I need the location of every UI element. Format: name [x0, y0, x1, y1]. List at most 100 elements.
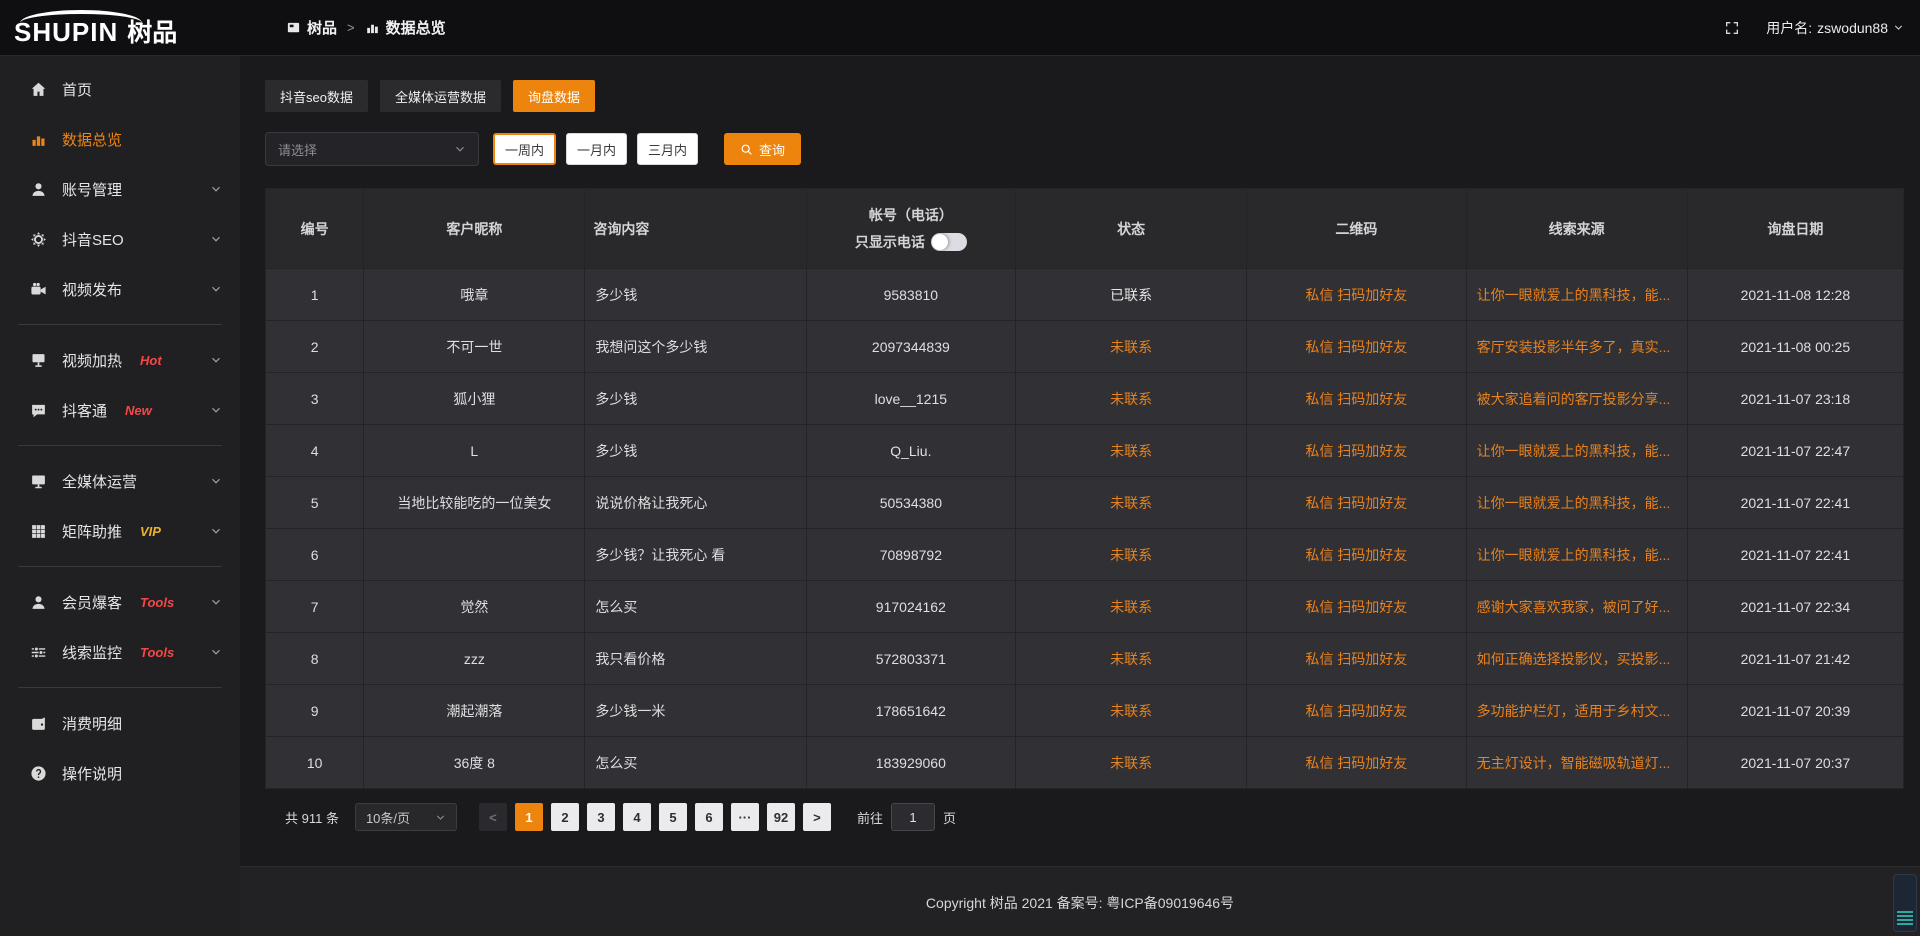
- sidebar-item-video-publish[interactable]: 视频发布: [0, 264, 240, 314]
- gear-icon: [30, 231, 47, 248]
- account-select[interactable]: 请选择: [265, 132, 479, 166]
- chevron-down-icon: [210, 525, 222, 537]
- period-buttons: 一周内一月内三月内: [493, 133, 698, 165]
- table-row: 5 当地比较能吃的一位美女 说说价格让我死心 50534380 未联系 私信 扫…: [266, 477, 1904, 529]
- sidebar-item-douketong[interactable]: 抖客通 New: [0, 385, 240, 435]
- cell-qrcode-link[interactable]: 私信 扫码加好友: [1247, 633, 1466, 685]
- goto-unit: 页: [943, 808, 956, 827]
- breadcrumb-label: 数据总览: [386, 17, 446, 38]
- sidebar-item-home[interactable]: 首页: [0, 64, 240, 114]
- chart-icon: [30, 131, 47, 148]
- breadcrumb-item-overview[interactable]: 数据总览: [365, 17, 446, 38]
- period-button[interactable]: 一月内: [566, 133, 627, 165]
- cell-content: 多少钱: [585, 425, 806, 477]
- cell-qrcode-link[interactable]: 私信 扫码加好友: [1247, 425, 1466, 477]
- user-icon: [30, 594, 47, 611]
- page-button[interactable]: 4: [623, 803, 651, 831]
- page-button[interactable]: 5: [659, 803, 687, 831]
- search-button[interactable]: 查询: [724, 133, 801, 165]
- page-button[interactable]: 1: [515, 803, 543, 831]
- sidebar-item-account[interactable]: 账号管理: [0, 164, 240, 214]
- period-button[interactable]: 三月内: [637, 133, 698, 165]
- cell-qrcode-link[interactable]: 私信 扫码加好友: [1247, 581, 1466, 633]
- breadcrumb-separator: >: [347, 20, 355, 35]
- sidebar-item-media-ops[interactable]: 全媒体运营: [0, 456, 240, 506]
- cell-source-link[interactable]: 感谢大家喜欢我家，被问了好...: [1466, 581, 1687, 633]
- breadcrumb: 树品 > 数据总览: [286, 17, 446, 38]
- cell-source-link[interactable]: 让你一眼就爱上的黑科技，能...: [1466, 425, 1687, 477]
- cell-status: 未联系: [1016, 529, 1247, 581]
- sidebar-item-consume-detail[interactable]: 消费明细: [0, 698, 240, 748]
- tab-2[interactable]: 询盘数据: [513, 80, 595, 112]
- cell-status: 未联系: [1016, 737, 1247, 789]
- sidebar-menu: 首页 数据总览 账号管理 抖音SEO 视频发布 视频加热 Hot 抖客通: [0, 64, 240, 798]
- monitor-icon: [30, 473, 47, 490]
- data-tabs: 抖音seo数据全媒体运营数据询盘数据: [265, 80, 1904, 112]
- cell-nickname: 当地比较能吃的一位美女: [364, 477, 585, 529]
- sidebar-item-clue-monitor[interactable]: 线索监控 Tools: [0, 627, 240, 677]
- cell-qrcode-link[interactable]: 私信 扫码加好友: [1247, 685, 1466, 737]
- cell-qrcode-link[interactable]: 私信 扫码加好友: [1247, 321, 1466, 373]
- breadcrumb-item-shupin[interactable]: 树品: [286, 17, 337, 38]
- cell-qrcode-link[interactable]: 私信 扫码加好友: [1247, 269, 1466, 321]
- page-size-value: 10条/页: [366, 808, 410, 827]
- phone-toggle-label: 只显示电话: [855, 232, 925, 252]
- col-header-qrcode: 二维码: [1247, 189, 1466, 269]
- col-header-source: 线索来源: [1466, 189, 1687, 269]
- cell-nickname: zzz: [364, 633, 585, 685]
- period-button[interactable]: 一周内: [493, 133, 556, 165]
- sidebar-item-overview[interactable]: 数据总览: [0, 114, 240, 164]
- cell-source-link[interactable]: 如何正确选择投影仪，买投影...: [1466, 633, 1687, 685]
- table-row: 4 L 多少钱 Q_Liu. 未联系 私信 扫码加好友 让你一眼就爱上的黑科技，…: [266, 425, 1904, 477]
- prev-page-button[interactable]: <: [479, 803, 507, 831]
- goto-page-input[interactable]: [891, 803, 935, 831]
- tab-0[interactable]: 抖音seo数据: [265, 80, 368, 112]
- app-icon: [286, 20, 301, 35]
- cell-qrcode-link[interactable]: 私信 扫码加好友: [1247, 737, 1466, 789]
- page-button[interactable]: ···: [731, 803, 759, 831]
- fullscreen-icon[interactable]: [1724, 20, 1740, 36]
- sidebar-badge: Hot: [140, 353, 162, 368]
- cell-source-link[interactable]: 无主灯设计，智能磁吸轨道灯...: [1466, 737, 1687, 789]
- cell-content: 多少钱？让我死心 看: [585, 529, 806, 581]
- sidebar-item-member-burst[interactable]: 会员爆客 Tools: [0, 577, 240, 627]
- phone-only-toggle[interactable]: [931, 233, 967, 251]
- cell-qrcode-link[interactable]: 私信 扫码加好友: [1247, 373, 1466, 425]
- pagination-total: 共 911 条: [285, 808, 339, 827]
- cell-account: 572803371: [806, 633, 1016, 685]
- chevron-down-icon: [210, 596, 222, 608]
- cell-source-link[interactable]: 被大家追着问的客厅投影分享...: [1466, 373, 1687, 425]
- breadcrumb-label: 树品: [307, 17, 337, 38]
- sidebar-item-matrix-boost[interactable]: 矩阵助推 VIP: [0, 506, 240, 556]
- cell-source-link[interactable]: 多功能护栏灯，适用于乡村文...: [1466, 685, 1687, 737]
- sidebar-item-help[interactable]: 操作说明: [0, 748, 240, 798]
- page-button[interactable]: 2: [551, 803, 579, 831]
- next-page-button[interactable]: >: [803, 803, 831, 831]
- cell-content: 多少钱: [585, 269, 806, 321]
- page-button[interactable]: 3: [587, 803, 615, 831]
- sidebar-item-douyin-seo[interactable]: 抖音SEO: [0, 214, 240, 264]
- bar-chart-icon: [365, 20, 380, 35]
- logo[interactable]: SHUPIN 树品: [0, 9, 240, 46]
- table-row: 3 狐小狸 多少钱 love__1215 未联系 私信 扫码加好友 被大家追着问…: [266, 373, 1904, 425]
- user-menu[interactable]: 用户名: zswodun88: [1766, 18, 1904, 38]
- cell-source-link[interactable]: 让你一眼就爱上的黑科技，能...: [1466, 477, 1687, 529]
- col-header-status: 状态: [1016, 189, 1247, 269]
- cell-content: 多少钱: [585, 373, 806, 425]
- cell-source-link[interactable]: 客厅安装投影半年多了，真实...: [1466, 321, 1687, 373]
- cell-status: 未联系: [1016, 633, 1247, 685]
- cell-source-link[interactable]: 让你一眼就爱上的黑科技，能...: [1466, 529, 1687, 581]
- cell-qrcode-link[interactable]: 私信 扫码加好友: [1247, 477, 1466, 529]
- sidebar-item-video-heat[interactable]: 视频加热 Hot: [0, 335, 240, 385]
- cell-source-link[interactable]: 让你一眼就爱上的黑科技，能...: [1466, 269, 1687, 321]
- chevron-down-icon: [210, 404, 222, 416]
- cell-nickname: 哦章: [364, 269, 585, 321]
- cell-nickname: 不可一世: [364, 321, 585, 373]
- page-size-select[interactable]: 10条/页: [355, 803, 457, 831]
- cell-qrcode-link[interactable]: 私信 扫码加好友: [1247, 529, 1466, 581]
- page-button[interactable]: 6: [695, 803, 723, 831]
- cell-content: 怎么买: [585, 581, 806, 633]
- page-button[interactable]: 92: [767, 803, 795, 831]
- sidebar-divider: [18, 566, 222, 567]
- tab-1[interactable]: 全媒体运营数据: [380, 80, 501, 112]
